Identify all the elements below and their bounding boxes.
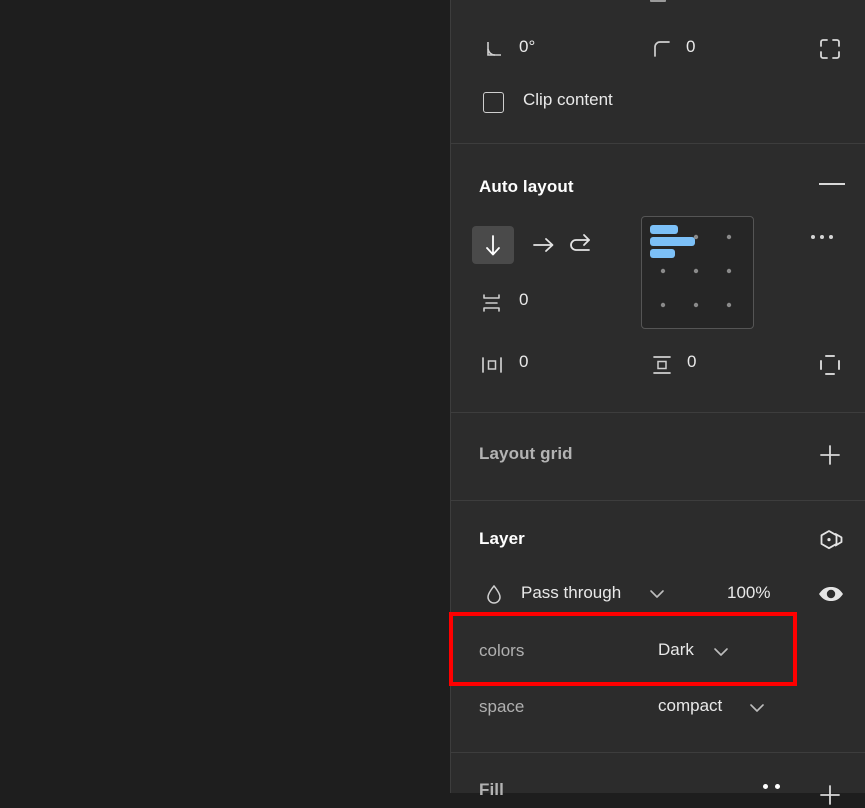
layer-section: Layer Pass through 100% colors Dark spac…: [451, 500, 865, 752]
chevron-down-icon[interactable]: [713, 647, 729, 657]
more-horizontal-icon[interactable]: [811, 235, 833, 239]
clip-content-checkbox[interactable]: [483, 92, 504, 113]
direction-wrap-button[interactable]: [562, 226, 600, 264]
independent-corners-icon[interactable]: [818, 37, 842, 61]
rotation-icon: [484, 38, 506, 60]
individual-padding-icon[interactable]: [817, 352, 843, 378]
vertical-gap-icon: [480, 291, 504, 315]
vertical-padding-value[interactable]: 0: [687, 352, 696, 372]
clip-content-row[interactable]: Clip content: [451, 88, 865, 124]
auto-layout-section: Auto layout 0 0 0: [451, 143, 865, 412]
properties-panel: 0° 0 Clip content Auto layout 0 0 0 Layo…: [450, 0, 865, 805]
opacity-value[interactable]: 100%: [727, 583, 770, 603]
layer-title: Layer: [479, 529, 525, 548]
corner-radius-icon: [651, 38, 673, 60]
fill-section: Fill: [451, 752, 865, 805]
fill-title: Fill: [479, 780, 504, 799]
rotation-value[interactable]: 0°: [519, 37, 535, 57]
direction-vertical-button[interactable]: [472, 226, 514, 264]
layout-grid-title: Layout grid: [479, 444, 573, 463]
chevron-down-icon[interactable]: [749, 703, 765, 713]
blend-mode-value[interactable]: Pass through: [521, 583, 621, 603]
canvas-vertical-scrollbar[interactable]: [428, 0, 865, 793]
auto-layout-title: Auto layout: [479, 177, 574, 196]
remove-auto-layout-button[interactable]: [819, 183, 845, 185]
eye-icon[interactable]: [817, 583, 845, 605]
corner-radius-value[interactable]: 0: [686, 37, 695, 57]
layer-property-row-space[interactable]: space compact: [451, 681, 865, 737]
layer-property-row-colors[interactable]: colors Dark: [451, 625, 865, 681]
chevron-down-icon[interactable]: [649, 589, 665, 599]
gap-value[interactable]: 0: [519, 290, 528, 310]
property-value[interactable]: Dark: [658, 640, 694, 660]
variable-mode-icon[interactable]: [817, 526, 847, 556]
layout-grid-section: Layout grid: [451, 412, 865, 500]
more-dots-icon[interactable]: [763, 784, 780, 789]
direction-horizontal-button[interactable]: [524, 226, 562, 264]
plus-icon[interactable]: [817, 782, 843, 808]
property-label: space: [479, 697, 525, 716]
plus-icon[interactable]: [817, 442, 843, 468]
clipped-icon-above: [650, 0, 666, 2]
horizontal-padding-icon: [479, 353, 505, 377]
blend-mode-icon: [484, 583, 504, 605]
clip-content-label: Clip content: [523, 90, 613, 109]
canvas-area[interactable]: [0, 0, 865, 793]
horizontal-padding-value[interactable]: 0: [519, 352, 528, 372]
property-label: colors: [479, 641, 525, 660]
alignment-picker[interactable]: [641, 216, 754, 329]
property-value[interactable]: compact: [658, 696, 722, 716]
transform-row: 0° 0: [451, 30, 865, 70]
vertical-padding-icon: [649, 353, 675, 377]
